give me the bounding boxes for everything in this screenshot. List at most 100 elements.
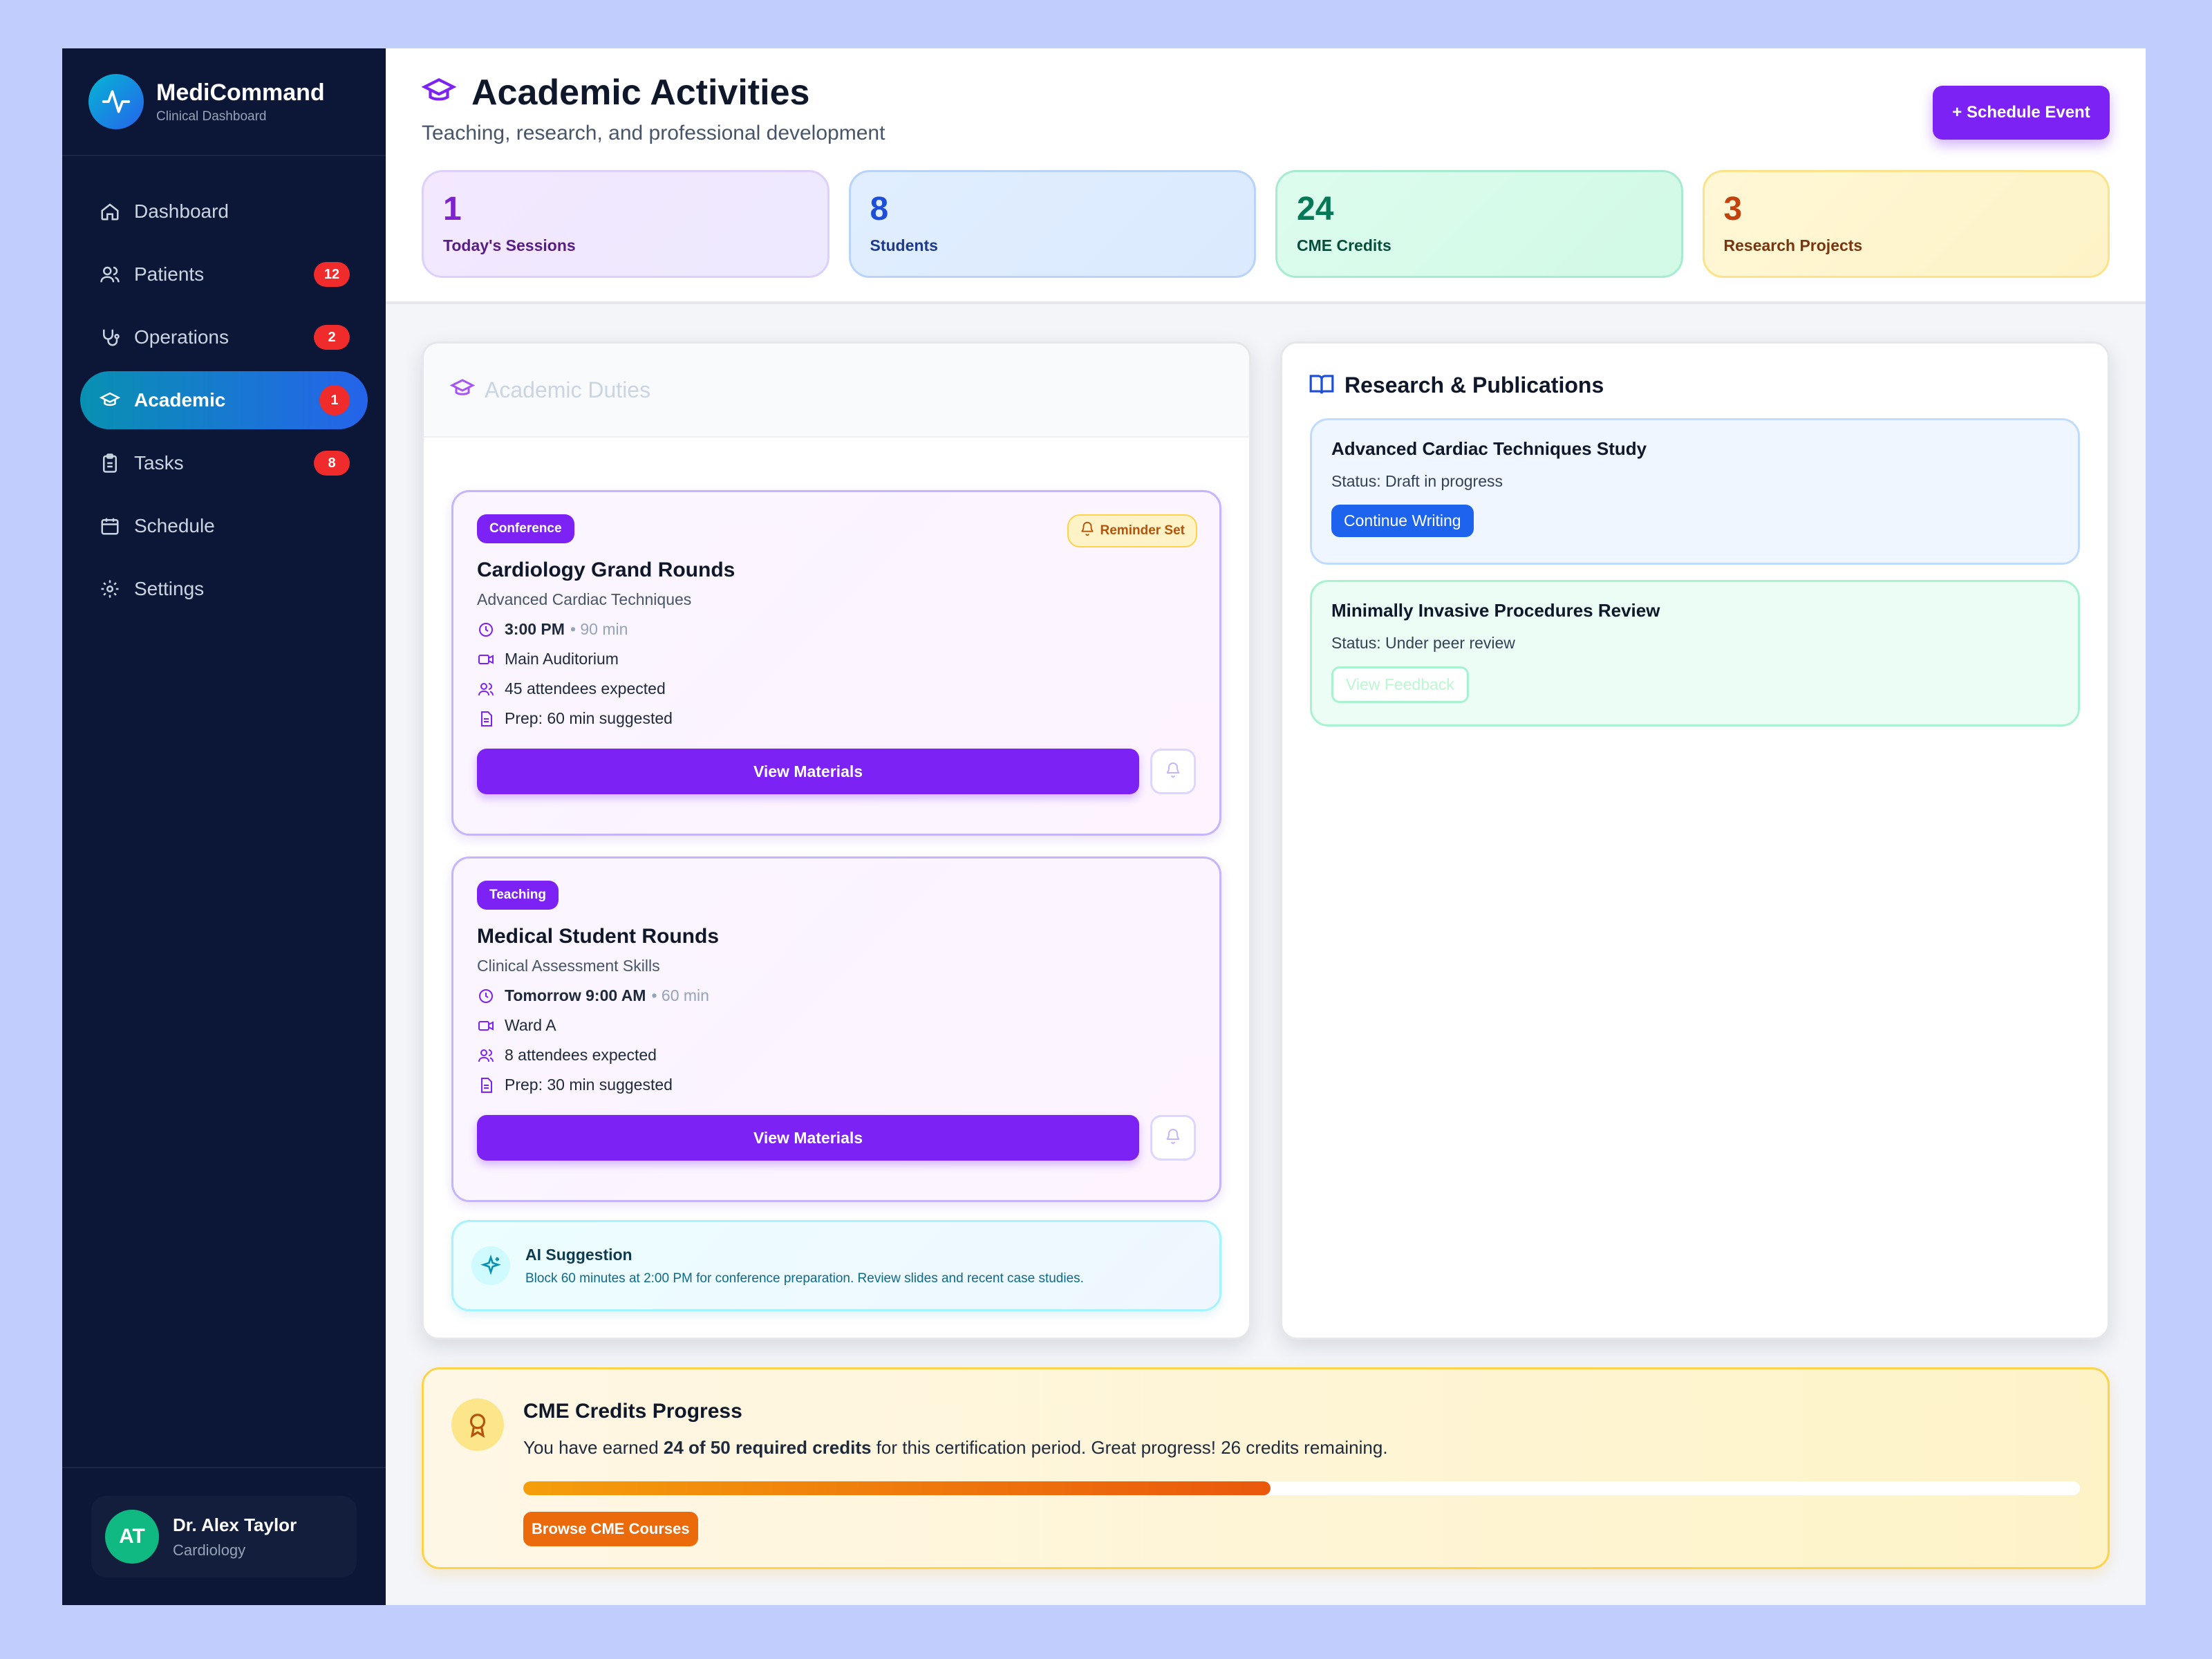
cme-description: You have earned 24 of 50 required credit… xyxy=(523,1437,1388,1459)
stat-label: Today's Sessions xyxy=(443,236,576,254)
stethoscope-icon xyxy=(98,326,122,349)
stat-card-sessions[interactable]: 1 Today's Sessions xyxy=(422,170,830,278)
sidebar-item-patients[interactable]: Patients 12 xyxy=(80,245,368,303)
stat-value: 3 xyxy=(1723,191,1743,227)
duty-tag: Teaching xyxy=(477,881,559,910)
count-badge: 8 xyxy=(314,451,350,476)
bell-icon xyxy=(1165,762,1181,782)
sidebar-item-label: Operations xyxy=(134,326,229,348)
app-window: MediCommand Clinical Dashboard Dashboard… xyxy=(62,48,2146,1605)
publication-card[interactable]: Minimally Invasive Procedures Review Sta… xyxy=(1310,580,2080,727)
panel-header: Academic Duties xyxy=(424,344,1249,438)
panel-header: Research & Publications xyxy=(1282,344,2108,427)
duty-location-value: Main Auditorium xyxy=(505,650,619,668)
stat-label: Students xyxy=(870,236,938,254)
duty-tag: Conference xyxy=(477,514,574,543)
document-icon xyxy=(477,710,495,728)
duty-time: 3:00 PM • 90 min xyxy=(477,620,1196,639)
duty-prep-value: Prep: 60 min suggested xyxy=(505,709,673,727)
users-icon xyxy=(477,680,495,698)
graduation-cap-icon xyxy=(421,74,457,112)
continue-writing-button[interactable]: Continue Writing xyxy=(1331,505,1474,537)
sidebar-item-settings[interactable]: Settings xyxy=(80,560,368,618)
page-header: Academic Activities Teaching, research, … xyxy=(386,48,2146,304)
user-profile-card[interactable]: AT Dr. Alex Taylor Cardiology xyxy=(91,1496,357,1577)
publication-card[interactable]: Advanced Cardiac Techniques Study Status… xyxy=(1310,418,2080,565)
sidebar-item-label: Patients xyxy=(134,263,205,285)
duty-subtitle: Advanced Cardiac Techniques xyxy=(477,590,692,608)
stat-value: 1 xyxy=(443,191,462,227)
clock-icon xyxy=(477,987,495,1005)
view-materials-button[interactable]: View Materials xyxy=(477,749,1139,794)
publication-title: Advanced Cardiac Techniques Study xyxy=(1331,438,1647,459)
reminder-toggle-button[interactable] xyxy=(1150,749,1196,794)
count-badge: 1 xyxy=(319,385,350,415)
sidebar-item-label: Tasks xyxy=(134,452,184,474)
stat-card-research-projects[interactable]: 3 Research Projects xyxy=(1702,170,2110,278)
duty-prep: Prep: 60 min suggested xyxy=(477,709,1196,728)
duty-card[interactable]: Teaching Medical Student Rounds Clinical… xyxy=(451,856,1221,1202)
sidebar-item-tasks[interactable]: Tasks 8 xyxy=(80,434,368,492)
stat-card-cme-credits[interactable]: 24 CME Credits xyxy=(1275,170,1683,278)
reminder-toggle-button[interactable] xyxy=(1150,1115,1196,1161)
graduation-cap-icon xyxy=(98,388,122,412)
sparkles-icon xyxy=(471,1246,510,1285)
panel-title: Research & Publications xyxy=(1344,372,1604,397)
duty-location: Main Auditorium xyxy=(477,650,1196,668)
duty-title: Cardiology Grand Rounds xyxy=(477,559,735,581)
document-icon xyxy=(477,1076,495,1094)
brand[interactable]: MediCommand Clinical Dashboard xyxy=(62,48,386,156)
duty-duration: • 60 min xyxy=(651,986,709,1004)
page-title: Academic Activities xyxy=(471,73,810,113)
duty-card[interactable]: Conference Reminder Set Cardiology Grand… xyxy=(451,490,1221,836)
duty-location: Ward A xyxy=(477,1016,1196,1035)
sidebar-item-label: Academic xyxy=(134,389,226,411)
stat-value: 8 xyxy=(870,191,889,227)
ai-suggestion-title: AI Suggestion xyxy=(525,1245,632,1264)
stat-label: CME Credits xyxy=(1297,236,1391,254)
duty-attendees-value: 8 attendees expected xyxy=(505,1046,657,1064)
publication-title: Minimally Invasive Procedures Review xyxy=(1331,600,1660,621)
sidebar-item-dashboard[interactable]: Dashboard xyxy=(80,182,368,241)
users-icon xyxy=(98,263,122,286)
stat-label: Research Projects xyxy=(1723,236,1863,254)
view-materials-button[interactable]: View Materials xyxy=(477,1115,1139,1161)
stat-card-students[interactable]: 8 Students xyxy=(848,170,1256,278)
user-area: AT Dr. Alex Taylor Cardiology xyxy=(62,1467,386,1605)
ai-suggestion-card[interactable]: AI Suggestion Block 60 minutes at 2:00 P… xyxy=(451,1220,1221,1311)
graduation-cap-icon xyxy=(449,376,476,404)
view-feedback-button[interactable]: View Feedback xyxy=(1331,666,1469,703)
cme-text-bold: 24 of 50 required credits xyxy=(663,1437,872,1458)
count-badge: 2 xyxy=(314,325,350,350)
clipboard-icon xyxy=(98,451,122,475)
duty-prep: Prep: 30 min suggested xyxy=(477,1076,1196,1094)
home-icon xyxy=(98,200,122,223)
avatar: AT xyxy=(105,1510,159,1564)
sidebar-item-academic[interactable]: Academic 1 xyxy=(80,371,368,429)
cme-title: CME Credits Progress xyxy=(523,1400,742,1423)
sidebar-item-label: Dashboard xyxy=(134,200,229,222)
cme-text-before: You have earned xyxy=(523,1437,664,1458)
reminder-label: Reminder Set xyxy=(1100,523,1185,538)
sidebar: MediCommand Clinical Dashboard Dashboard… xyxy=(62,48,386,1605)
clock-icon xyxy=(477,621,495,639)
duty-time-value: 3:00 PM xyxy=(505,620,565,638)
calendar-icon xyxy=(98,514,122,538)
sidebar-nav: Dashboard Patients 12 Operations 2 Acade… xyxy=(62,156,386,618)
user-role: Cardiology xyxy=(173,1541,246,1559)
brand-subtitle: Clinical Dashboard xyxy=(156,109,267,124)
book-open-icon xyxy=(1309,371,1335,400)
stats-row: 1 Today's Sessions 8 Students 24 CME Cre… xyxy=(422,170,2110,278)
sidebar-item-operations[interactable]: Operations 2 xyxy=(80,308,368,366)
ai-suggestion-text: Block 60 minutes at 2:00 PM for conferen… xyxy=(525,1271,1084,1286)
reminder-badge[interactable]: Reminder Set xyxy=(1067,514,1197,547)
duty-attendees-value: 45 attendees expected xyxy=(505,679,666,697)
gear-icon xyxy=(98,577,122,601)
cme-progress-card: CME Credits Progress You have earned 24 … xyxy=(422,1367,2110,1569)
bell-icon xyxy=(1080,521,1095,541)
browse-cme-courses-button[interactable]: Browse CME Courses xyxy=(523,1512,698,1546)
sidebar-item-schedule[interactable]: Schedule xyxy=(80,497,368,555)
schedule-event-button[interactable]: + Schedule Event xyxy=(1933,86,2110,140)
award-icon xyxy=(451,1398,504,1451)
duty-attendees: 45 attendees expected xyxy=(477,679,1196,698)
